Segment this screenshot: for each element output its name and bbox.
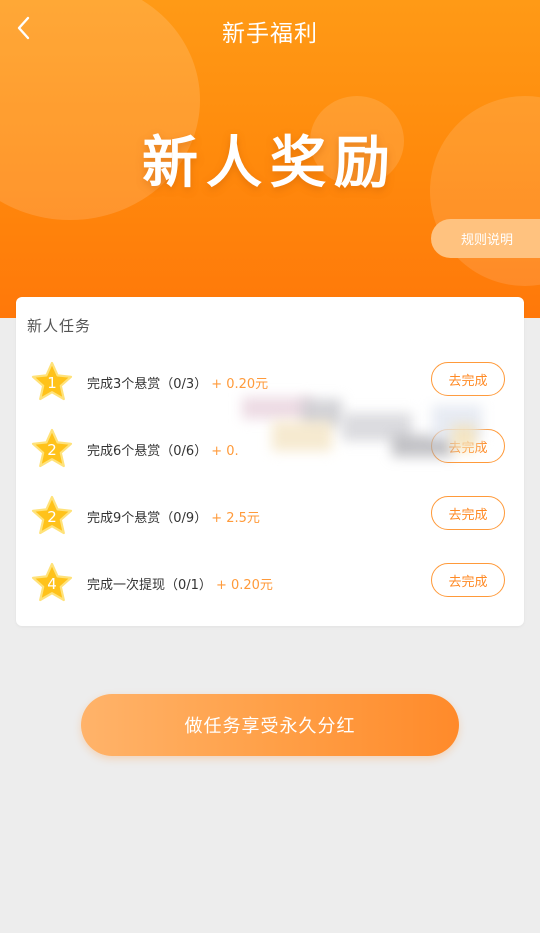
card-title: 新人任务 xyxy=(27,317,92,335)
star-badge: 4 xyxy=(30,561,74,605)
task-description: 完成一次提现（0/1） + 0.20元 xyxy=(87,574,273,593)
rules-button[interactable]: 规则说明 xyxy=(431,219,540,258)
star-badge: 2 xyxy=(30,427,74,471)
task-row: 1 完成3个悬赏（0/3） + 0.20元 去完成 xyxy=(16,360,524,416)
task-row: 2 完成6个悬赏（0/6） + 0. 去完成 xyxy=(16,427,524,483)
star-badge: 2 xyxy=(30,494,74,538)
task-reward: + 0.20元 xyxy=(215,578,273,593)
task-number: 2 xyxy=(47,508,57,526)
task-description: 完成9个悬赏（0/9） + 2.5元 xyxy=(87,507,260,526)
task-reward: + 0.20元 xyxy=(211,377,269,392)
task-label: 完成3个悬赏（0/3） xyxy=(87,377,208,392)
task-description: 完成6个悬赏（0/6） + 0. xyxy=(87,440,239,459)
go-complete-button[interactable]: 去完成 xyxy=(431,429,505,463)
task-row: 4 完成一次提现（0/1） + 0.20元 去完成 xyxy=(16,561,524,617)
task-card: 新人任务 1 完成3个悬赏（0/3） + 0.20元 去完成 2 完成6个悬赏（0… xyxy=(16,297,524,626)
task-description: 完成3个悬赏（0/3） + 0.20元 xyxy=(87,373,268,392)
task-label: 完成一次提现（0/1） xyxy=(87,578,212,593)
cta-button[interactable]: 做任务享受永久分红 xyxy=(81,694,459,756)
page-title: 新手福利 xyxy=(222,21,318,47)
task-reward: + 0. xyxy=(211,444,239,459)
task-number: 4 xyxy=(47,575,57,593)
task-row: 2 完成9个悬赏（0/9） + 2.5元 去完成 xyxy=(16,494,524,550)
star-badge: 1 xyxy=(30,360,74,404)
task-label: 完成9个悬赏（0/9） xyxy=(87,511,208,526)
task-number: 1 xyxy=(47,374,57,392)
go-complete-button[interactable]: 去完成 xyxy=(431,563,505,597)
go-complete-button[interactable]: 去完成 xyxy=(431,496,505,530)
go-complete-button[interactable]: 去完成 xyxy=(431,362,505,396)
task-reward: + 2.5元 xyxy=(211,511,260,526)
hero-title: 新人奖励 xyxy=(142,131,398,196)
task-label: 完成6个悬赏（0/6） xyxy=(87,444,208,459)
task-number: 2 xyxy=(47,441,57,459)
header-banner: 新手福利 新人奖励 规则说明 xyxy=(0,0,540,318)
